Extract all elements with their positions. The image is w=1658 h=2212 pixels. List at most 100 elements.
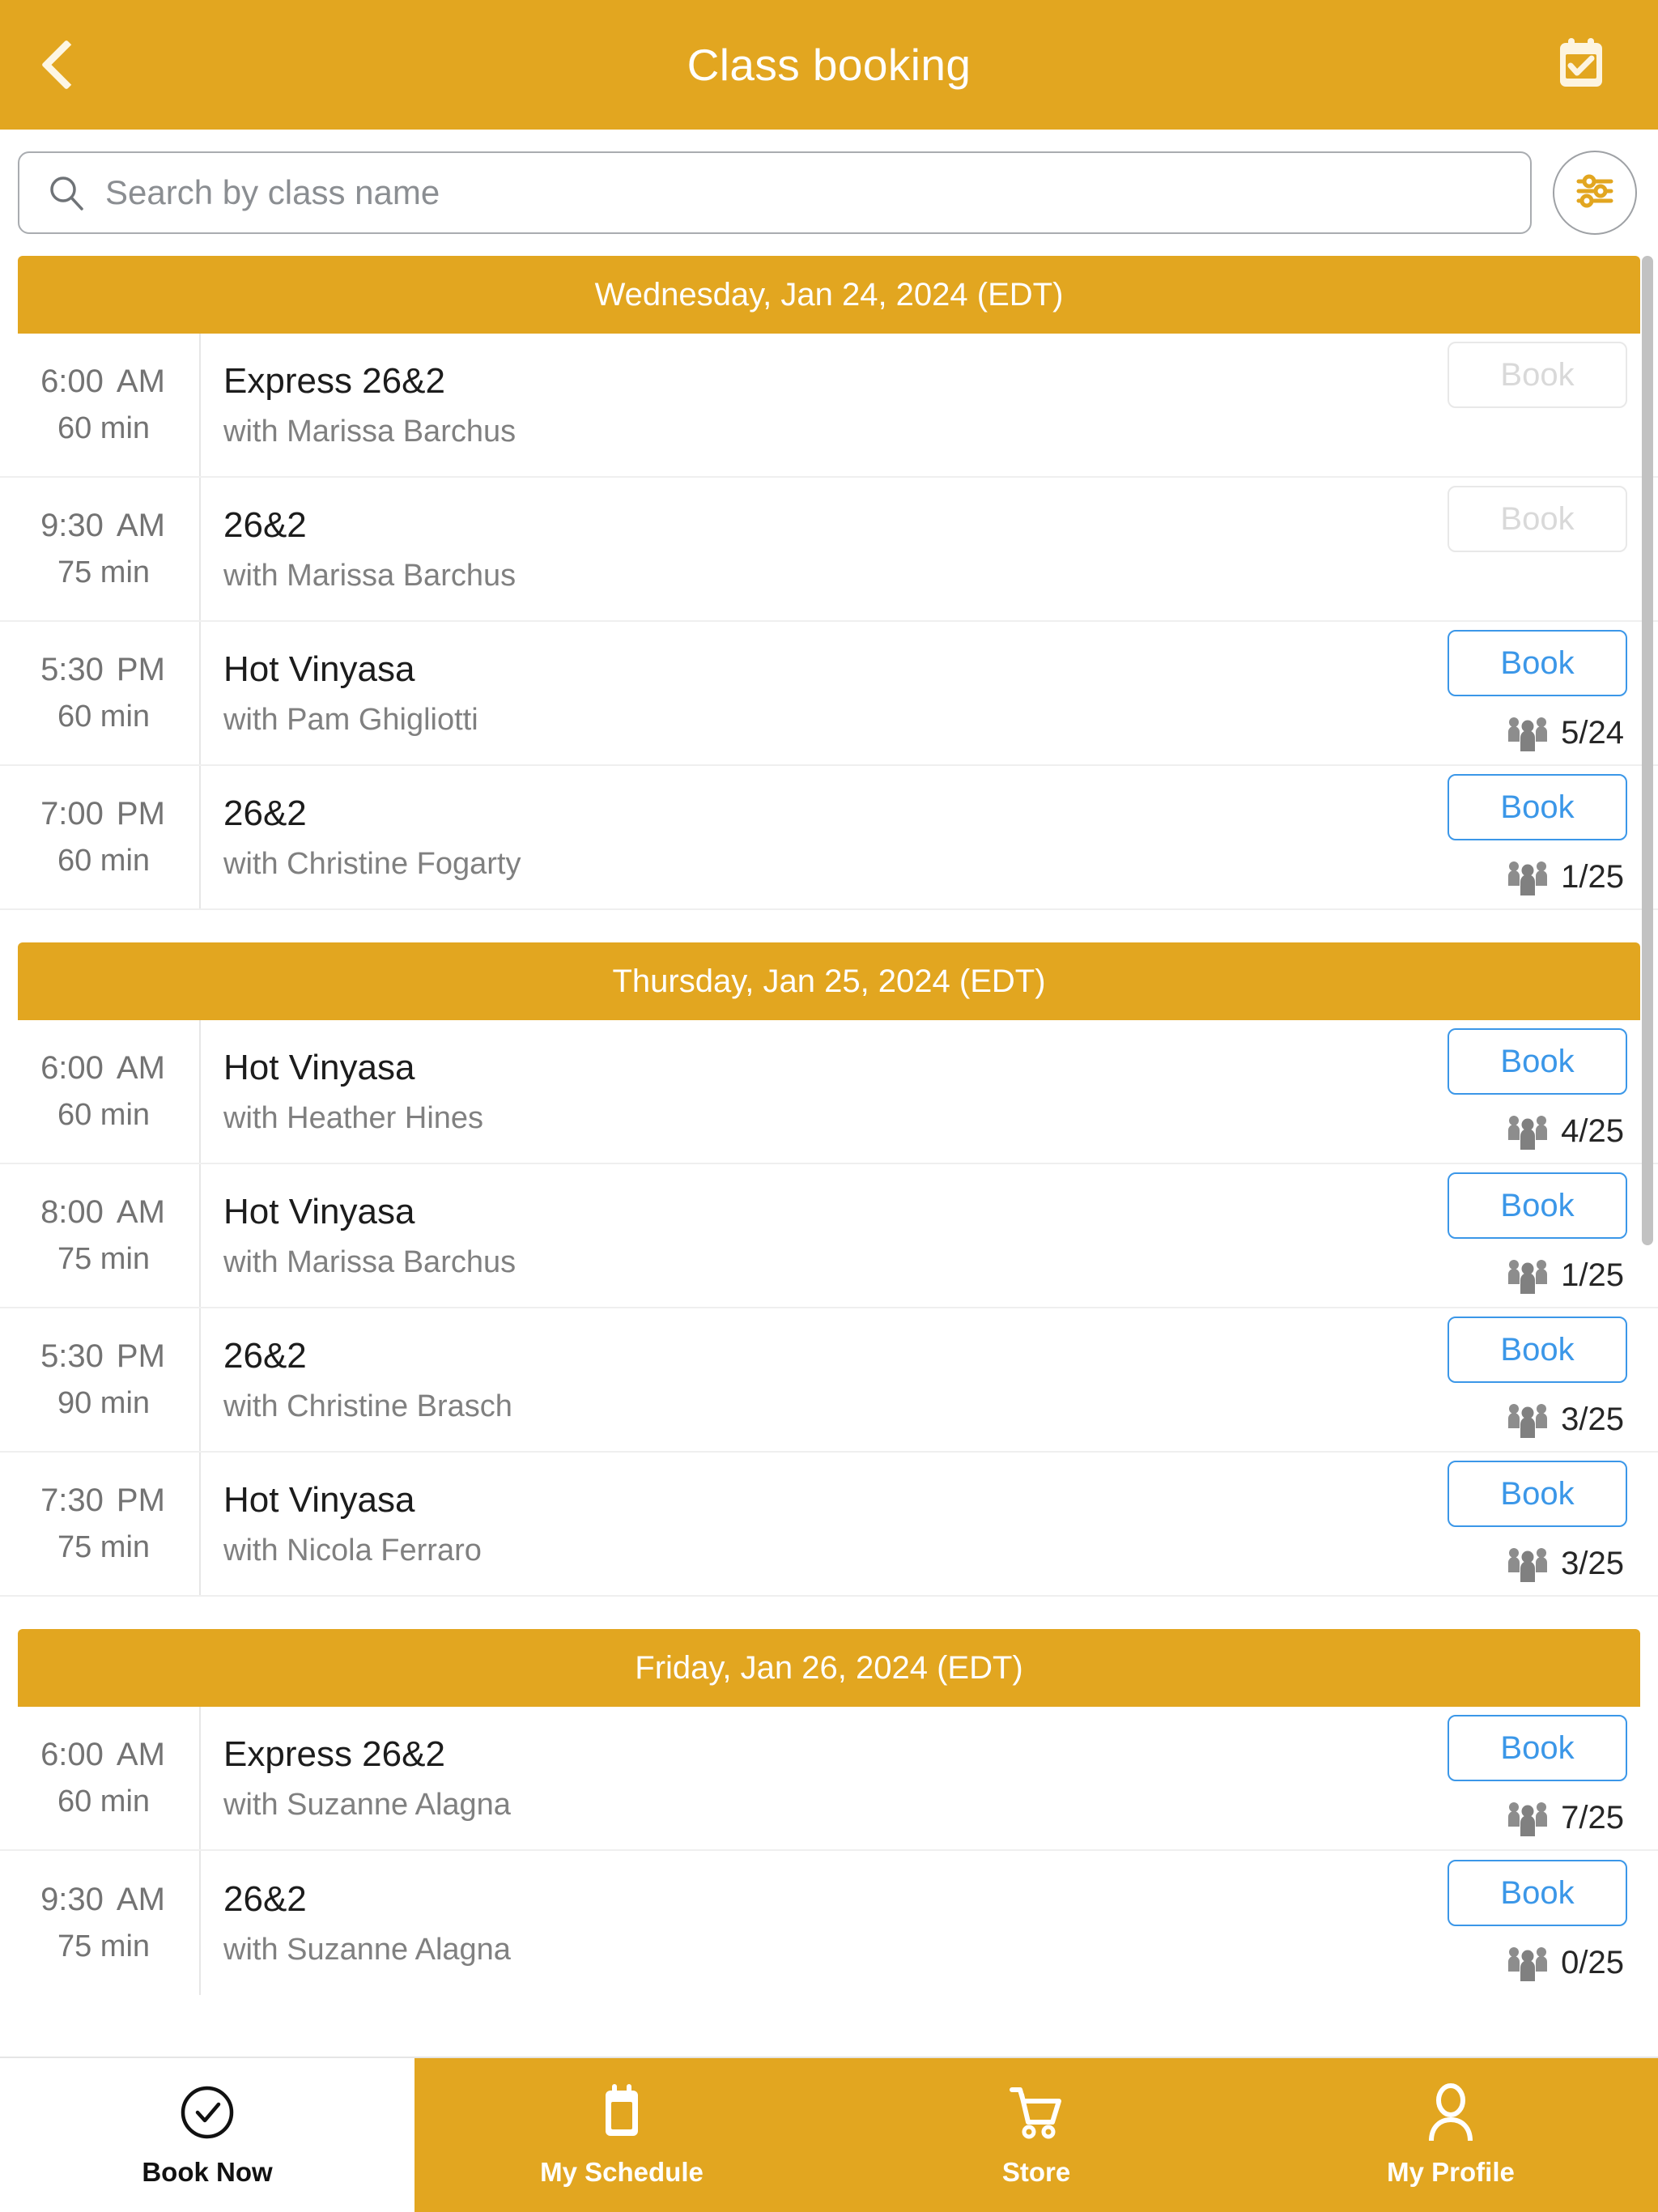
people-icon: [1506, 1112, 1550, 1150]
people-icon: [1506, 1545, 1550, 1582]
class-info-column: 26&2 with Marissa Barchus: [199, 478, 1367, 620]
schedule-scroll-area[interactable]: Wednesday, Jan 24, 2024 (EDT) 6:00 AM 60 mi…: [0, 256, 1658, 2057]
class-start-time: 7:00 PM: [40, 796, 167, 832]
class-info-column: 26&2 with Christine Brasch: [199, 1308, 1367, 1451]
class-row[interactable]: 6:00 AM 60 min Express 26&2 with Marissa Bar…: [0, 334, 1658, 478]
class-info-column: Hot Vinyasa with Nicola Ferraro: [199, 1453, 1367, 1595]
book-button[interactable]: Book: [1448, 1860, 1627, 1926]
class-name: 26&2: [223, 504, 307, 545]
scrollbar-track[interactable]: [1642, 256, 1653, 2057]
class-time-column: 6:00 AM 60 min: [0, 334, 199, 476]
class-row[interactable]: 7:30 PM 75 min Hot Vinyasa with Nicola Ferra…: [0, 1453, 1658, 1597]
class-action-column: Book 4/25: [1367, 1020, 1658, 1163]
class-action-column: Book 5/24: [1367, 622, 1658, 764]
calendar-check-icon[interactable]: [1553, 36, 1609, 93]
class-time-column: 9:30 AM 75 min: [0, 1851, 199, 1995]
class-duration: 90 min: [57, 1386, 151, 1420]
class-time-meridiem: PM: [116, 652, 165, 687]
class-duration: 60 min: [57, 700, 151, 734]
class-time-value: 9:30: [40, 508, 104, 543]
book-button[interactable]: Book: [1448, 1715, 1627, 1781]
book-button[interactable]: Book: [1448, 1172, 1627, 1239]
book-button[interactable]: Book: [1448, 774, 1627, 840]
class-action-column: Book: [1367, 478, 1658, 620]
app-header: Class booking: [0, 0, 1658, 130]
nav-item-label: Book Now: [142, 2157, 273, 2187]
class-action-column: Book 7/25: [1367, 1707, 1658, 1849]
person-icon: [1425, 2082, 1477, 2142]
nav-item-book-now[interactable]: Book Now: [0, 2058, 414, 2212]
class-time-meridiem: AM: [116, 508, 165, 543]
class-capacity: 4/25: [1506, 1108, 1627, 1155]
class-capacity-value: 7/25: [1561, 1799, 1624, 1836]
class-duration: 60 min: [57, 411, 151, 445]
book-button[interactable]: Book: [1448, 1317, 1627, 1383]
class-start-time: 9:30 AM: [40, 508, 167, 544]
class-info-column: 26&2 with Christine Fogarty: [199, 766, 1367, 908]
class-instructor: with Marissa Barchus: [223, 414, 517, 449]
search-icon: [47, 173, 86, 212]
class-time-column: 7:30 PM 75 min: [0, 1453, 199, 1595]
class-time-column: 5:30 PM 90 min: [0, 1308, 199, 1451]
class-row[interactable]: 9:30 AM 75 min 26&2 with Suzanne Alagna Book 0…: [0, 1851, 1658, 1995]
people-icon: [1506, 1401, 1550, 1438]
class-name: Express 26&2: [223, 1733, 445, 1774]
page-title: Class booking: [687, 40, 971, 90]
class-capacity: 1/25: [1506, 1252, 1627, 1299]
nav-item-label: My Profile: [1387, 2157, 1515, 2187]
class-capacity: 3/25: [1506, 1396, 1627, 1443]
class-action-column: Book 1/25: [1367, 1164, 1658, 1307]
class-time-value: 7:30: [40, 1482, 104, 1518]
class-row[interactable]: 6:00 AM 60 min Hot Vinyasa with Heather Hine…: [0, 1020, 1658, 1164]
class-time-meridiem: PM: [116, 1482, 165, 1518]
class-name: Hot Vinyasa: [223, 1047, 415, 1087]
book-button: Book: [1448, 342, 1627, 408]
class-time-column: 6:00 AM 60 min: [0, 1020, 199, 1163]
search-field[interactable]: [18, 151, 1532, 234]
class-booking-screen: Class booking Search by class name Wedne…: [0, 0, 1658, 2212]
class-time-column: 6:00 AM 60 min: [0, 1707, 199, 1849]
class-duration: 60 min: [57, 1784, 151, 1819]
class-time-column: 8:00 AM 75 min: [0, 1164, 199, 1307]
class-time-meridiem: AM: [116, 364, 165, 399]
calendar-icon: [596, 2082, 648, 2142]
class-row[interactable]: 6:00 AM 60 min Express 26&2 with Suzanne Ala…: [0, 1707, 1658, 1851]
class-time-value: 8:00: [40, 1194, 104, 1230]
class-duration: 60 min: [57, 1098, 151, 1132]
class-row[interactable]: 9:30 AM 75 min 26&2 with Marissa Barchus Book: [0, 478, 1658, 622]
day-header: Friday, Jan 26, 2024 (EDT): [18, 1629, 1640, 1707]
class-row[interactable]: 5:30 PM 60 min Hot Vinyasa with Pam Ghigliot…: [0, 622, 1658, 766]
scrollbar-thumb[interactable]: [1642, 256, 1653, 1245]
people-icon: [1506, 714, 1550, 751]
class-time-value: 7:00: [40, 796, 104, 832]
nav-item-my-schedule[interactable]: My Schedule: [414, 2058, 829, 2212]
nav-item-my-profile[interactable]: My Profile: [1244, 2058, 1658, 2212]
book-button[interactable]: Book: [1448, 1028, 1627, 1095]
class-capacity: 7/25: [1506, 1794, 1627, 1841]
search-input[interactable]: [105, 173, 1503, 212]
class-name: Express 26&2: [223, 360, 445, 401]
nav-item-store[interactable]: Store: [829, 2058, 1244, 2212]
class-info-column: Express 26&2 with Marissa Barchus: [199, 334, 1367, 476]
class-capacity: 0/25: [1506, 1939, 1627, 1986]
class-start-time: 6:00 AM: [40, 364, 167, 400]
day-header: Thursday, Jan 25, 2024 (EDT): [18, 942, 1640, 1020]
book-button[interactable]: Book: [1448, 1461, 1627, 1527]
class-instructor: with Suzanne Alagna: [223, 1932, 511, 1967]
class-capacity-value: 4/25: [1561, 1112, 1624, 1149]
filter-button[interactable]: [1553, 151, 1637, 235]
class-row[interactable]: 5:30 PM 90 min 26&2 with Christine Brasch Boo…: [0, 1308, 1658, 1453]
class-row[interactable]: 7:00 PM 60 min 26&2 with Christine Fogarty Bo…: [0, 766, 1658, 910]
book-button[interactable]: Book: [1448, 630, 1627, 696]
class-capacity: 3/25: [1506, 1540, 1627, 1587]
class-action-column: Book: [1367, 334, 1658, 476]
class-start-time: 7:30 PM: [40, 1482, 167, 1519]
class-start-time: 8:00 AM: [40, 1194, 167, 1231]
class-row[interactable]: 8:00 AM 75 min Hot Vinyasa with Marissa Barc…: [0, 1164, 1658, 1308]
class-info-column: Hot Vinyasa with Pam Ghigliotti: [199, 622, 1367, 764]
class-instructor: with Christine Fogarty: [223, 846, 521, 881]
class-start-time: 5:30 PM: [40, 652, 167, 688]
class-action-column: Book 0/25: [1367, 1851, 1658, 1995]
class-capacity: 5/24: [1506, 709, 1627, 756]
bottom-navigation: Book Now My Schedule Store My Profile: [0, 2057, 1658, 2212]
